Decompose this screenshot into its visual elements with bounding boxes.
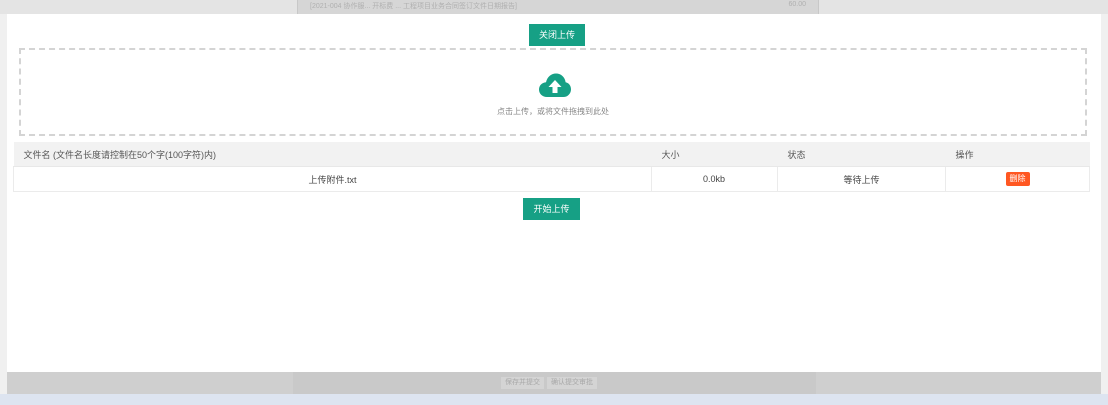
delete-file-button[interactable]: 删除	[1005, 172, 1030, 186]
file-size-cell: 0.0kb	[651, 166, 778, 192]
background-right-edge	[1101, 14, 1108, 394]
column-header-status: 状态	[777, 142, 946, 167]
column-header-filename: 文件名 (文件名长度请控制在50个字(100字符)内)	[13, 142, 652, 167]
background-panel: [2021-004 协作服... 开标费 ... 工程项目业务合同签订文件日期报…	[297, 0, 819, 14]
background-left-edge	[0, 14, 7, 394]
start-upload-button[interactable]: 开始上传	[523, 198, 580, 220]
background-bottom-strip	[0, 394, 1108, 405]
column-header-action: 操作	[945, 142, 1090, 167]
background-footer-panel: 保存并提交 确认提交审批	[293, 372, 816, 394]
background-footer: 保存并提交 确认提交审批	[7, 372, 1101, 394]
background-text: [2021-004 协作服... 开标费 ... 工程项目业务合同签订文件日期报…	[310, 3, 517, 10]
upload-dialog: 关闭上传 点击上传，或将文件拖拽到此处 文件名 (文件名长度请控制在50个字(1…	[7, 14, 1101, 372]
background-save-submit-button: 保存并提交	[501, 377, 544, 389]
background-number: 60.00	[788, 1, 806, 8]
background-confirm-submit-button: 确认提交审批	[547, 377, 597, 389]
table-row: 上传附件.txt 0.0kb 等待上传 删除	[13, 166, 1090, 192]
upload-dropzone[interactable]: 点击上传，或将文件拖拽到此处	[19, 48, 1087, 136]
background-page-header: [2021-004 协作服... 开标费 ... 工程项目业务合同签订文件日期报…	[0, 0, 1108, 14]
dropzone-hint: 点击上传，或将文件拖拽到此处	[497, 107, 609, 116]
file-name-cell: 上传附件.txt	[13, 166, 652, 192]
upload-file-table: 文件名 (文件名长度请控制在50个字(100字符)内) 大小 状态 操作 上传附…	[13, 142, 1090, 192]
column-header-size: 大小	[651, 142, 778, 167]
close-upload-button[interactable]: 关闭上传	[529, 24, 585, 46]
file-action-cell: 删除	[945, 166, 1090, 192]
table-header-row: 文件名 (文件名长度请控制在50个字(100字符)内) 大小 状态 操作	[13, 142, 1090, 167]
cloud-upload-icon	[539, 73, 571, 97]
file-status-cell: 等待上传	[777, 166, 946, 192]
